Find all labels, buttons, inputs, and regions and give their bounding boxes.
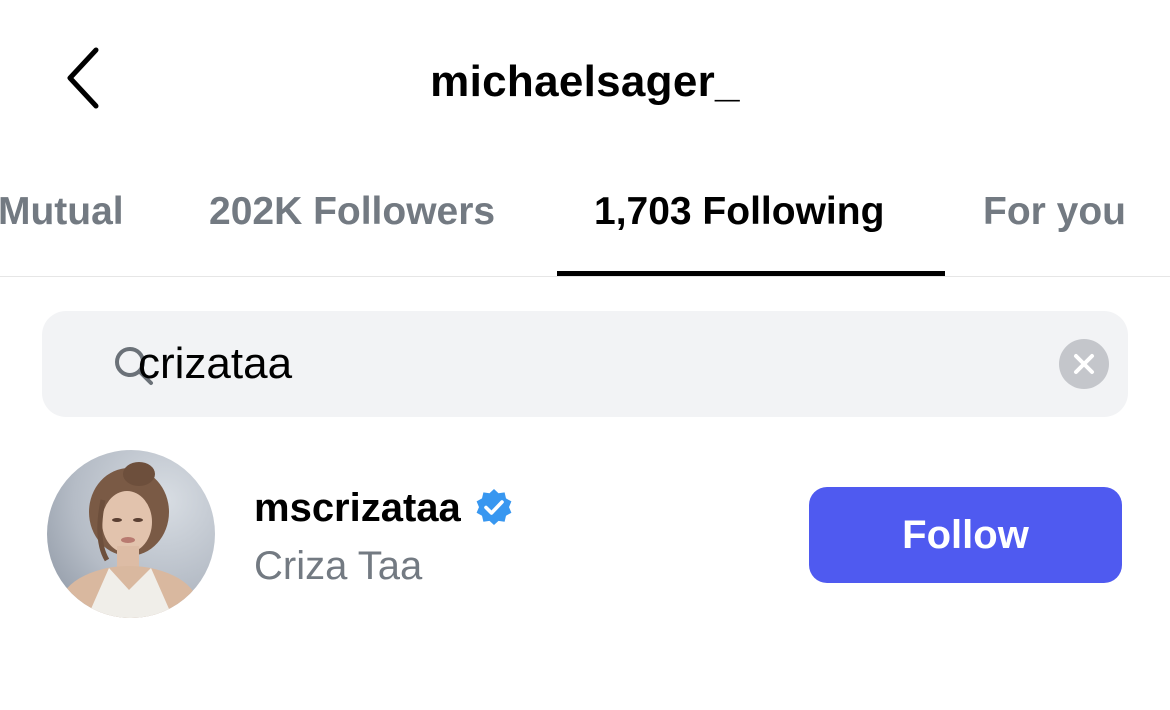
list-item[interactable]: mscrizataa Criza Taa Follow <box>0 448 1170 620</box>
avatar[interactable] <box>47 450 215 618</box>
tab-followers[interactable]: 202K Followers <box>209 180 495 244</box>
username-line: mscrizataa <box>254 480 515 536</box>
tab-for-you[interactable]: For you <box>983 180 1126 244</box>
following-screen: michaelsager_ Mutual 202K Followers 1,70… <box>0 0 1170 710</box>
tab-bar: Mutual 202K Followers 1,703 Following Fo… <box>0 180 1170 277</box>
clear-icon <box>1074 354 1094 374</box>
tab-following[interactable]: 1,703 Following <box>594 180 884 244</box>
full-name: Criza Taa <box>254 544 423 588</box>
tab-mutual[interactable]: Mutual <box>0 180 124 244</box>
page-title: michaelsager_ <box>430 57 740 106</box>
follow-button[interactable]: Follow <box>809 487 1122 583</box>
username: mscrizataa <box>254 486 461 530</box>
clear-search-button[interactable] <box>1059 339 1109 389</box>
search-bar[interactable] <box>42 311 1128 417</box>
search-input[interactable] <box>138 333 1038 395</box>
verified-badge-icon <box>476 489 512 525</box>
active-tab-indicator <box>557 271 945 276</box>
